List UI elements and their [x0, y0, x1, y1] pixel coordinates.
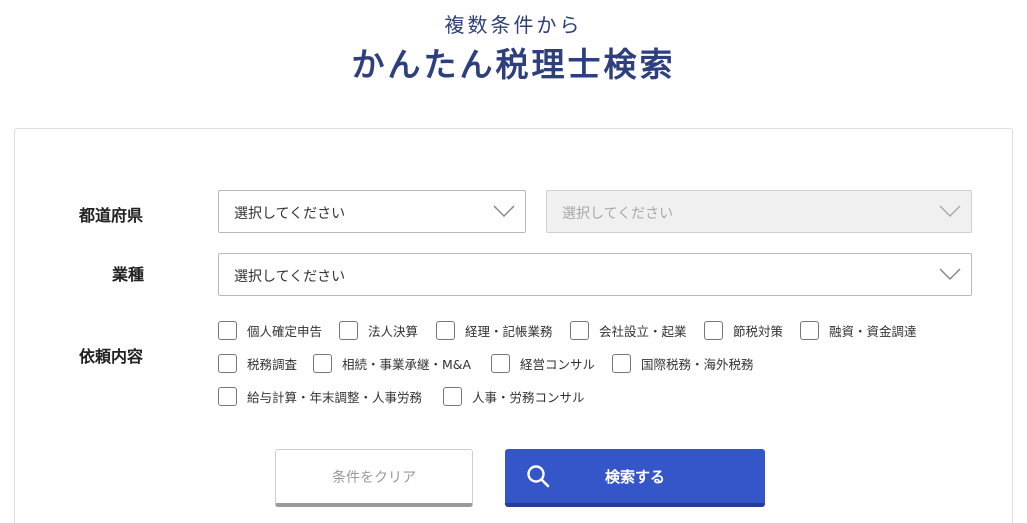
- checkbox-label: 会社設立・起業: [599, 323, 687, 339]
- city-select[interactable]: 選択してください: [546, 190, 972, 233]
- page-title: かんたん税理士検索: [351, 45, 676, 84]
- checkbox-item[interactable]: 人事・労務コンサル: [443, 386, 585, 406]
- checkbox[interactable]: [491, 353, 510, 373]
- checkbox[interactable]: [339, 320, 358, 340]
- checkbox-item[interactable]: 相続・事業承継・M&A: [313, 353, 471, 373]
- chevron-down-icon: [493, 205, 515, 218]
- checkbox-label: 個人確定申告: [247, 323, 323, 339]
- checkbox-label: 国際税務・海外税務: [641, 356, 754, 372]
- prefecture-select-value: 選択してください: [234, 206, 346, 222]
- checkbox-item[interactable]: 法人決算: [339, 320, 418, 340]
- checkbox-item[interactable]: 国際税務・海外税務: [612, 353, 754, 373]
- checkbox[interactable]: [218, 386, 237, 406]
- request-label: 依頼内容: [79, 347, 144, 366]
- checkbox-item[interactable]: 給与計算・年末調整・人事労務: [218, 386, 422, 406]
- checkbox-item[interactable]: 会社設立・起業: [570, 320, 687, 340]
- industry-select-value: 選択してください: [234, 269, 346, 285]
- checkbox-item[interactable]: 個人確定申告: [218, 320, 322, 340]
- checkbox-label: 法人決算: [368, 323, 419, 339]
- checkbox-item[interactable]: 融資・資金調達: [800, 320, 917, 340]
- hero-subtitle: 複数条件から: [444, 13, 583, 37]
- search-button-label: 検索する: [604, 467, 665, 486]
- clear-button[interactable]: 条件をクリア: [275, 449, 473, 507]
- checkbox-label: 経理・記帳業務: [465, 323, 553, 339]
- checkbox[interactable]: [218, 320, 237, 340]
- checkbox-label: 節税対策: [733, 323, 784, 339]
- checkbox-item[interactable]: 経理・記帳業務: [436, 320, 553, 340]
- checkbox[interactable]: [612, 353, 631, 373]
- chevron-down-icon: [939, 205, 961, 218]
- prefecture-select[interactable]: 選択してください: [218, 190, 526, 233]
- checkbox[interactable]: [436, 320, 455, 340]
- city-select-value: 選択してください: [562, 206, 674, 222]
- checkbox[interactable]: [218, 353, 237, 373]
- checkbox-label: 融資・資金調達: [829, 323, 917, 339]
- checkbox-label: 相続・事業承継・M&A: [342, 356, 472, 372]
- checkbox[interactable]: [800, 320, 819, 340]
- checkbox-item[interactable]: 節税対策: [704, 320, 783, 340]
- checkbox[interactable]: [313, 353, 332, 373]
- checkbox-label: 人事・労務コンサル: [472, 389, 585, 405]
- search-form-panel: 都道府県 選択してください 選択してください 業種 選択してください 依頼内容 …: [14, 128, 1013, 523]
- search-button[interactable]: 検索する: [505, 449, 765, 507]
- checkbox[interactable]: [443, 386, 462, 406]
- checkbox-label: 税務調査: [247, 356, 298, 372]
- chevron-down-icon: [939, 268, 961, 281]
- checkbox[interactable]: [704, 320, 723, 340]
- checkbox-item[interactable]: 税務調査: [218, 353, 297, 373]
- checkbox-item[interactable]: 経営コンサル: [491, 353, 595, 373]
- prefecture-label: 都道府県: [79, 206, 144, 225]
- search-icon: [527, 465, 550, 488]
- industry-label: 業種: [112, 265, 145, 284]
- checkbox-label: 経営コンサル: [520, 356, 596, 372]
- checkbox-label: 給与計算・年末調整・人事労務: [247, 389, 423, 405]
- checkbox[interactable]: [570, 320, 589, 340]
- industry-select[interactable]: 選択してください: [218, 253, 972, 296]
